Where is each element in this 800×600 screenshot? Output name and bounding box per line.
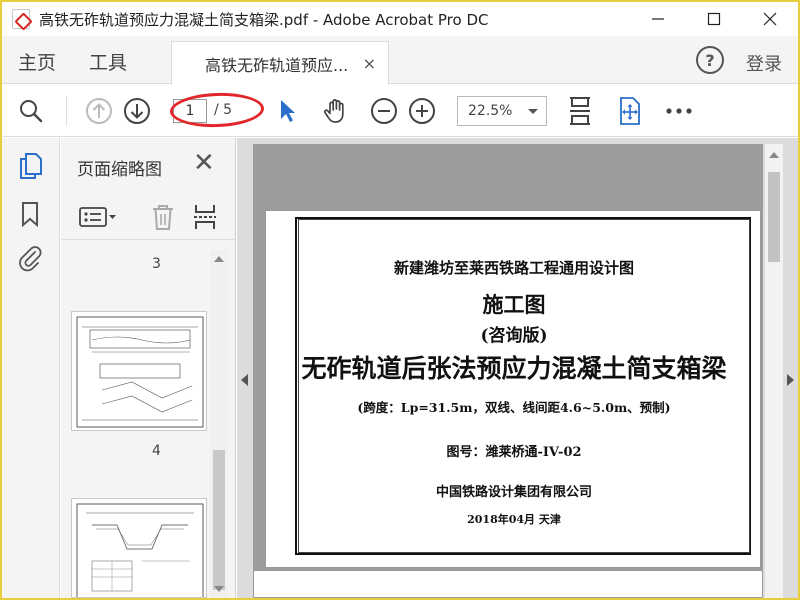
zoom-in-button[interactable] (407, 85, 437, 137)
close-window-button[interactable] (742, 2, 798, 36)
pdf-page: 新建潍坊至莱西铁路工程通用设计图 施工图 (咨询版) 无砟轨道后张法预应力混凝土… (265, 210, 761, 568)
acrobat-app-icon (12, 9, 30, 29)
trash-icon (153, 205, 173, 230)
minimize-button[interactable] (630, 2, 686, 36)
panel-scroll-thumb[interactable] (213, 450, 225, 590)
toolbar-divider (66, 96, 67, 126)
thumbnail-options-button[interactable] (79, 202, 119, 232)
tab-row: 主页 工具 高铁无砟轨道预应... × ? 登录 (2, 36, 798, 85)
next-pdf-page (253, 570, 763, 598)
page-thumbnail[interactable] (71, 311, 207, 431)
drawing-date: 2018年04月 天津 (467, 513, 561, 526)
list-options-icon (79, 207, 116, 227)
insert-page-icon (194, 205, 216, 229)
zoom-level-value: 22.5% (468, 103, 513, 119)
pages-icon (20, 153, 42, 179)
drawing-title: 无砟轨道后张法预应力混凝土简支箱梁 (301, 354, 727, 383)
drawing-version: (咨询版) (480, 326, 548, 346)
panel-close-button[interactable]: ✕ (193, 150, 215, 176)
close-icon (763, 12, 777, 26)
tab-document[interactable]: 高铁无砟轨道预应... × (171, 41, 389, 85)
zoom-out-button[interactable] (369, 85, 399, 137)
login-link[interactable]: 登录 (746, 50, 782, 76)
drawing-stage: 施工图 (482, 292, 546, 317)
attachments-button[interactable] (16, 244, 44, 272)
panel-toolbar (61, 194, 236, 240)
document-viewer[interactable]: 新建潍坊至莱西铁路工程通用设计图 施工图 (咨询版) 无砟轨道后张法预应力混凝土… (237, 138, 798, 598)
collapse-right-panel-icon[interactable] (787, 374, 794, 386)
hand-icon (324, 99, 344, 123)
title-bar: 高铁无砟轨道预应力混凝土简支箱梁.pdf - Adobe Acrobat Pro… (2, 2, 798, 36)
project-title: 新建潍坊至莱西铁路工程通用设计图 (393, 259, 634, 277)
document-scrollbar[interactable] (765, 144, 783, 598)
bookmark-icon (22, 202, 38, 227)
thumbnail-label: 4 (152, 443, 161, 459)
thumbnail-drawing (76, 316, 204, 428)
fit-page-button[interactable] (565, 85, 595, 137)
collapse-left-panel-icon[interactable] (241, 374, 248, 386)
minimize-icon (652, 18, 664, 20)
more-tools-button[interactable] (664, 85, 694, 137)
company-name: 中国铁路设计集团有限公司 (435, 485, 592, 500)
tab-document-label: 高铁无砟轨道预应... (205, 55, 349, 75)
drawing-spec: (跨度：Lp=31.5m，双线、线间距4.6~5.0m、预制) (357, 400, 671, 415)
previous-page-button[interactable] (84, 85, 114, 137)
thumbnails-panel: 页面缩略图 ✕ 3 4 (61, 138, 236, 598)
tab-close-button[interactable]: × (363, 54, 376, 73)
scroll-down-icon[interactable] (214, 586, 224, 592)
document-scroll-thumb[interactable] (768, 172, 780, 262)
insert-page-button[interactable] (193, 202, 217, 232)
maximize-button[interactable] (686, 2, 742, 36)
page-thumbnails-button[interactable] (16, 152, 44, 180)
arrow-up-circle-icon (86, 98, 112, 124)
thumbnail-drawing (76, 503, 204, 597)
left-rail (2, 138, 60, 598)
zoom-out-icon (371, 98, 397, 124)
bookmarks-button[interactable] (16, 200, 44, 228)
select-tool-button[interactable] (274, 85, 302, 137)
next-page-button[interactable] (122, 85, 152, 137)
chevron-down-icon (528, 109, 538, 114)
scroll-up-icon[interactable] (769, 152, 779, 158)
fit-page-icon (570, 97, 590, 125)
cursor-arrow-icon (281, 100, 295, 122)
toolbar: 1 / 5 22.5% (2, 85, 798, 137)
search-icon (20, 100, 43, 123)
zoom-in-icon (409, 98, 435, 124)
arrow-down-circle-icon (124, 98, 150, 124)
thumbnail-label: 3 (152, 256, 161, 272)
page-number-highlight (169, 91, 265, 129)
delete-page-button[interactable] (151, 202, 175, 232)
maximize-icon (707, 12, 721, 26)
search-button[interactable] (16, 85, 46, 137)
panel-title: 页面缩略图 (77, 160, 162, 180)
page-thumbnail[interactable] (71, 498, 207, 598)
hand-tool-button[interactable] (320, 85, 352, 137)
panel-scrollbar[interactable] (210, 250, 228, 598)
tab-home[interactable]: 主页 (18, 48, 56, 75)
window-controls (630, 2, 798, 36)
scroll-mode-icon (620, 97, 640, 125)
zoom-level-select[interactable]: 22.5% (457, 96, 547, 126)
scroll-up-icon[interactable] (214, 256, 224, 262)
help-icon[interactable]: ? (696, 46, 724, 74)
drawing-number: 图号：潍莱桥通-IV-02 (446, 445, 582, 460)
tab-tools[interactable]: 工具 (89, 48, 127, 75)
paperclip-icon (19, 246, 42, 272)
scrolling-mode-button[interactable] (616, 85, 644, 137)
more-options-icon (666, 108, 692, 114)
window-title: 高铁无砟轨道预应力混凝土简支箱梁.pdf - Adobe Acrobat Pro… (39, 10, 489, 29)
